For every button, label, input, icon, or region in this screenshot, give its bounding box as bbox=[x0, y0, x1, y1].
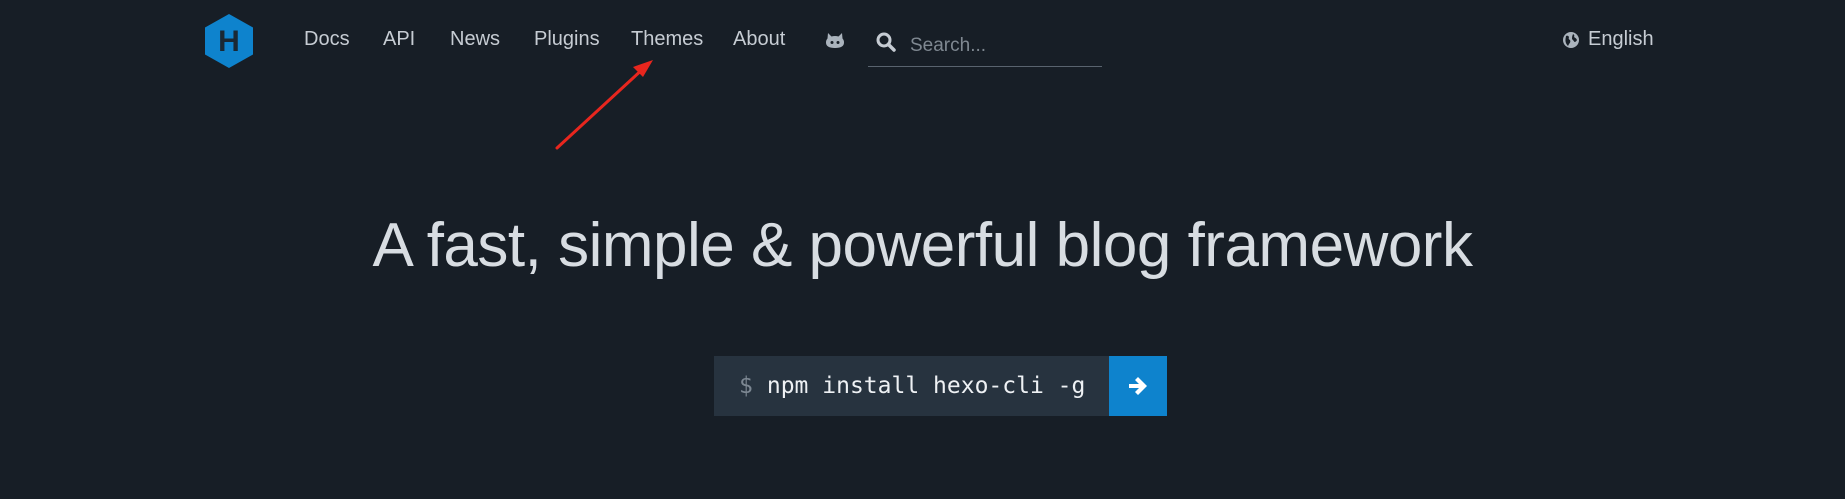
hexo-logo[interactable]: H bbox=[203, 13, 255, 69]
nav-themes[interactable]: Themes bbox=[631, 28, 703, 51]
install-command-box: $ npm install hexo-cli -g bbox=[714, 356, 1168, 416]
nav-about[interactable]: About bbox=[733, 28, 785, 51]
language-label: English bbox=[1588, 28, 1654, 50]
github-octocat-icon[interactable] bbox=[824, 30, 846, 52]
install-start-button[interactable] bbox=[1109, 356, 1168, 416]
hero-title: A fast, simple & powerful blog framework bbox=[372, 211, 1473, 280]
shell-prompt: $ bbox=[739, 373, 753, 399]
page: H Docs API News Plugins Themes About Eng… bbox=[0, 0, 1845, 499]
language-selector[interactable]: English bbox=[1562, 28, 1654, 51]
arrow-right-icon bbox=[1129, 377, 1148, 395]
search-box bbox=[868, 26, 1102, 67]
nav-api[interactable]: API bbox=[383, 28, 415, 51]
search-icon bbox=[876, 32, 896, 52]
nav-news[interactable]: News bbox=[450, 28, 500, 51]
logo-letter: H bbox=[218, 25, 240, 58]
nav-plugins[interactable]: Plugins bbox=[534, 28, 600, 51]
install-command-text: npm install hexo-cli -g bbox=[766, 373, 1086, 399]
globe-icon bbox=[1563, 31, 1579, 48]
annotation-arrow bbox=[555, 60, 653, 150]
nav-docs[interactable]: Docs bbox=[304, 28, 350, 51]
search-input[interactable] bbox=[908, 30, 1100, 62]
install-command[interactable]: $ npm install hexo-cli -g bbox=[714, 356, 1110, 416]
